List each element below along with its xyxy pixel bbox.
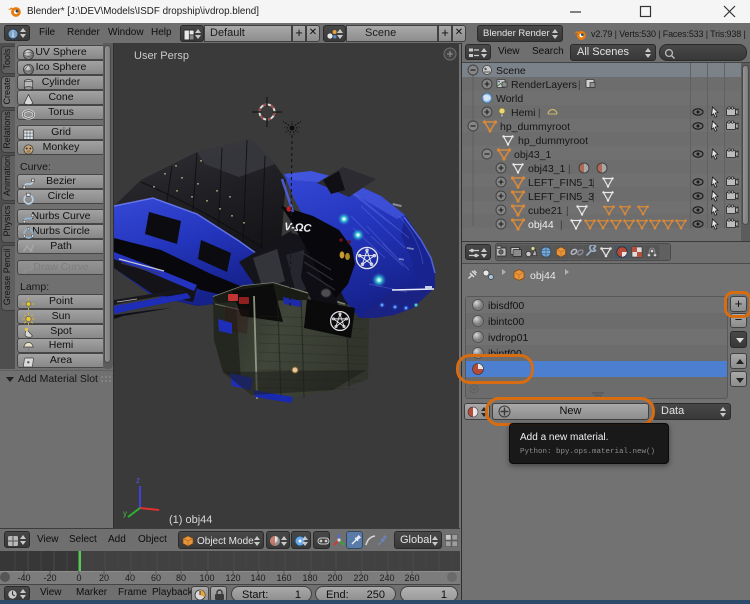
svg-text:|: | — [538, 108, 541, 119]
svg-text:200: 200 — [327, 573, 342, 583]
svg-text:260: 260 — [404, 573, 419, 583]
svg-text:obj44: obj44 — [530, 270, 556, 282]
svg-text:cube21: cube21 — [528, 205, 563, 217]
svg-text:Hemi: Hemi — [511, 107, 536, 119]
svg-text:Scene: Scene — [496, 65, 526, 77]
svg-text:-40: -40 — [17, 573, 30, 583]
svg-text:0: 0 — [76, 573, 81, 583]
svg-text:|: | — [560, 220, 563, 231]
svg-text:(1) obj44: (1) obj44 — [169, 514, 212, 526]
svg-text:120: 120 — [225, 573, 240, 583]
svg-text:160: 160 — [276, 573, 291, 583]
svg-text:|: | — [566, 206, 569, 217]
svg-text:ivdrop01: ivdrop01 — [488, 332, 528, 344]
svg-text:|: | — [578, 80, 581, 91]
svg-text:140: 140 — [250, 573, 265, 583]
svg-text:User Persp: User Persp — [134, 50, 189, 62]
svg-text:|: | — [592, 192, 595, 203]
svg-text:ibintc00: ibintc00 — [488, 316, 524, 328]
svg-text:LEFT_FIN5_1: LEFT_FIN5_1 — [528, 177, 594, 189]
svg-text:180: 180 — [302, 573, 317, 583]
svg-text:220: 220 — [353, 573, 368, 583]
svg-text:V-ΩC: V-ΩC — [284, 221, 313, 235]
svg-text:20: 20 — [99, 573, 109, 583]
svg-text:ibisdf00: ibisdf00 — [488, 300, 524, 312]
svg-text:obj44: obj44 — [528, 219, 554, 231]
svg-text:80: 80 — [176, 573, 186, 583]
svg-text:y: y — [123, 509, 127, 518]
svg-text:z: z — [136, 476, 140, 485]
svg-text:100: 100 — [199, 573, 214, 583]
svg-text:World: World — [496, 93, 523, 105]
svg-text:60: 60 — [151, 573, 161, 583]
svg-text:obj43_1: obj43_1 — [528, 163, 566, 175]
svg-text:240: 240 — [379, 573, 394, 583]
svg-text:40: 40 — [125, 573, 135, 583]
svg-text:hp_dummyroot: hp_dummyroot — [518, 135, 588, 147]
svg-text:LEFT_FIN5_3: LEFT_FIN5_3 — [528, 191, 594, 203]
svg-text:|: | — [568, 164, 571, 175]
svg-text:-20: -20 — [43, 573, 56, 583]
svg-text:RenderLayers: RenderLayers — [511, 79, 577, 91]
svg-text:hp_dummyroot: hp_dummyroot — [500, 121, 570, 133]
svg-text:|: | — [592, 178, 595, 189]
svg-text:obj43_1: obj43_1 — [514, 149, 552, 161]
